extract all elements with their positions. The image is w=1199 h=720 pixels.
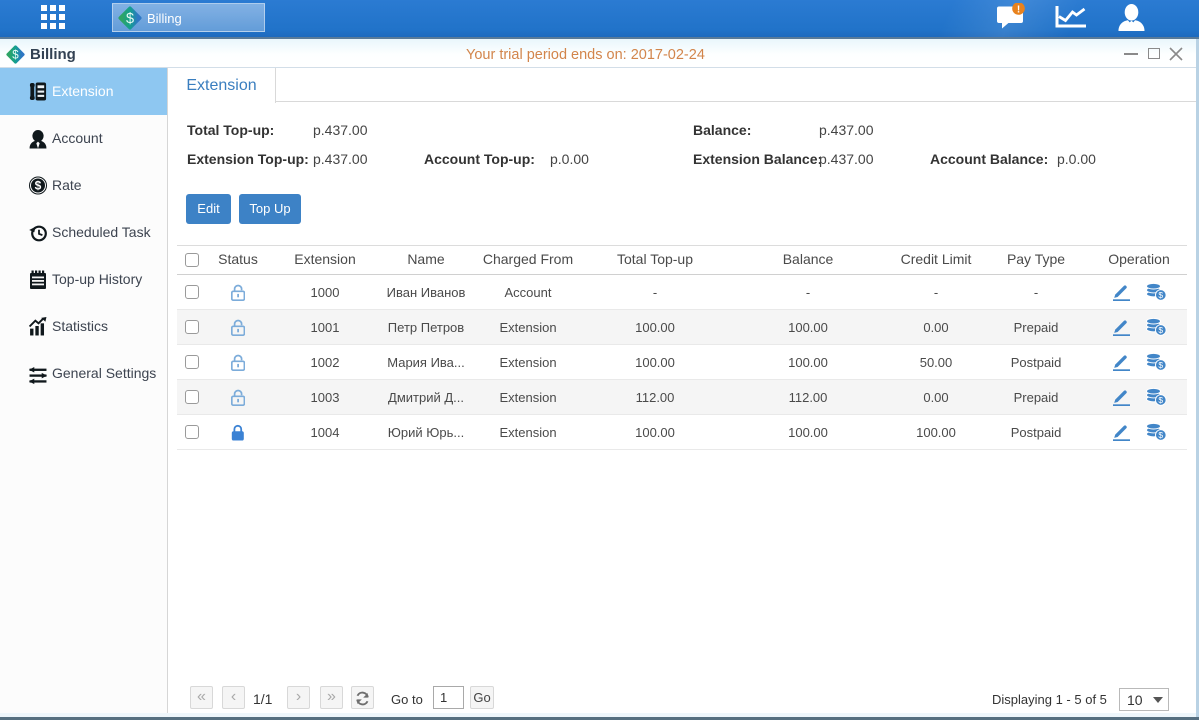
svg-text:$: $ xyxy=(126,11,134,27)
svg-text:$: $ xyxy=(1158,395,1163,405)
svg-text:$: $ xyxy=(1158,290,1163,300)
svg-text:$: $ xyxy=(35,179,42,193)
svg-text:$: $ xyxy=(1158,325,1163,335)
svg-text:$: $ xyxy=(1158,430,1163,440)
svg-text:$: $ xyxy=(12,50,19,62)
svg-text:!: ! xyxy=(1017,5,1020,16)
svg-text:$: $ xyxy=(1158,360,1163,370)
